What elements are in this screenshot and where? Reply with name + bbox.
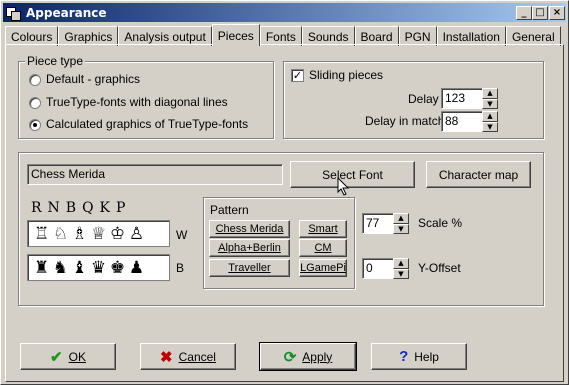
black-rook-icon: ♜: [33, 257, 50, 278]
radio-truetype-diagonal-label[interactable]: TrueType-fonts with diagonal lines: [46, 95, 228, 109]
cancel-button[interactable]: ✖ Cancel: [140, 343, 236, 370]
pattern-lgamepi-button[interactable]: LGamePi: [299, 259, 347, 277]
white-king-icon: ♔: [109, 223, 126, 244]
pattern-alpha-berlin-button[interactable]: Alpha+Berlin: [209, 239, 290, 257]
delay-in-match-input[interactable]: 88: [441, 111, 483, 132]
black-knight-icon: ♞: [52, 257, 69, 278]
y-offset-label: Y-Offset: [418, 261, 461, 275]
help-label: Help: [414, 349, 439, 364]
close-button[interactable]: ×: [549, 6, 565, 20]
scale-label: Scale %: [418, 216, 463, 230]
appearance-window: Appearance _ □ × Colours Graphics Analys…: [0, 0, 569, 385]
black-king-icon: ♚: [109, 257, 126, 278]
radio-calculated-graphics-label[interactable]: Calculated graphics of TrueType-fonts: [46, 117, 248, 131]
white-pawn-icon: ♙: [128, 223, 145, 244]
white-bishop-icon: ♗: [71, 223, 88, 244]
pattern-cm-button[interactable]: CM: [299, 239, 347, 257]
title-bar[interactable]: Appearance _ □ ×: [3, 3, 566, 22]
delay-in-match-spinner[interactable]: ▲ ▼: [482, 111, 498, 132]
delay-label: Delay: [408, 92, 439, 106]
white-label: W: [176, 228, 188, 242]
select-font-button[interactable]: Select Font: [290, 161, 415, 188]
sliding-pieces-checkbox[interactable]: ✓: [291, 69, 304, 82]
tab-general[interactable]: General: [505, 26, 561, 46]
delay-spinner[interactable]: ▲ ▼: [482, 88, 498, 109]
question-icon: ?: [399, 348, 409, 365]
x-icon: ✖: [160, 348, 173, 366]
refresh-icon: ⟳: [283, 348, 297, 366]
white-knight-icon: ♘: [52, 223, 69, 244]
pattern-smart-button[interactable]: Smart: [299, 220, 347, 238]
white-rook-icon: ♖: [33, 223, 50, 244]
black-bishop-icon: ♝: [71, 257, 88, 278]
tab-pgn[interactable]: PGN: [398, 26, 437, 46]
ok-button[interactable]: ✔ OK: [20, 343, 116, 370]
app-icon: [6, 5, 22, 21]
scale-spinner[interactable]: ▲ ▼: [393, 213, 409, 234]
radio-default-graphics[interactable]: [29, 74, 41, 86]
ok-label: OK: [68, 349, 86, 364]
apply-button[interactable]: ⟳ Apply: [259, 342, 357, 371]
character-map-button[interactable]: Character map: [426, 161, 531, 188]
sliding-pieces-label[interactable]: Sliding pieces: [309, 68, 383, 82]
piece-type-legend: Piece type: [25, 54, 86, 68]
pattern-legend: Pattern: [210, 203, 249, 217]
maximize-button[interactable]: □: [532, 6, 548, 20]
piece-letters: RNBQKP: [31, 200, 132, 216]
help-button[interactable]: ? Help: [371, 343, 467, 370]
scale-input[interactable]: 77: [362, 213, 394, 234]
radio-truetype-diagonal[interactable]: [29, 97, 41, 109]
cancel-label: Cancel: [178, 349, 216, 364]
delay-in-match-label: Delay in match: [365, 114, 445, 128]
font-name-field: Chess Merida: [27, 164, 283, 185]
tab-bar: Colours Graphics Analysis output Pieces …: [5, 24, 561, 46]
delay-input[interactable]: 123: [441, 88, 483, 109]
white-pieces-preview: ♖ ♘ ♗ ♕ ♔ ♙: [27, 220, 170, 247]
y-offset-spinner[interactable]: ▲ ▼: [393, 258, 409, 279]
tab-sounds[interactable]: Sounds: [301, 26, 355, 46]
tab-colours[interactable]: Colours: [5, 26, 59, 46]
black-label: B: [176, 261, 185, 275]
pattern-chess-merida-button[interactable]: Chess Merida: [209, 220, 290, 238]
black-pieces-preview: ♜ ♞ ♝ ♛ ♚ ♟: [27, 254, 170, 281]
tab-installation[interactable]: Installation: [436, 26, 506, 46]
tab-analysis-output[interactable]: Analysis output: [118, 26, 212, 46]
tab-board[interactable]: Board: [354, 26, 399, 46]
apply-label: Apply: [302, 349, 333, 364]
tab-graphics[interactable]: Graphics: [58, 26, 119, 46]
tab-pieces[interactable]: Pieces: [211, 24, 260, 46]
black-pawn-icon: ♟: [128, 257, 145, 278]
y-offset-input[interactable]: 0: [362, 258, 394, 279]
minimize-button[interactable]: _: [516, 6, 532, 20]
radio-default-graphics-label[interactable]: Default - graphics: [46, 72, 140, 86]
tab-fonts[interactable]: Fonts: [259, 26, 302, 46]
pattern-traveller-button[interactable]: Traveller: [209, 259, 290, 277]
window-title: Appearance: [26, 5, 107, 20]
mouse-cursor-icon: [337, 177, 350, 196]
radio-calculated-graphics[interactable]: [29, 119, 41, 131]
checkmark-icon: ✔: [50, 348, 63, 366]
white-queen-icon: ♕: [90, 223, 107, 244]
black-queen-icon: ♛: [90, 257, 107, 278]
